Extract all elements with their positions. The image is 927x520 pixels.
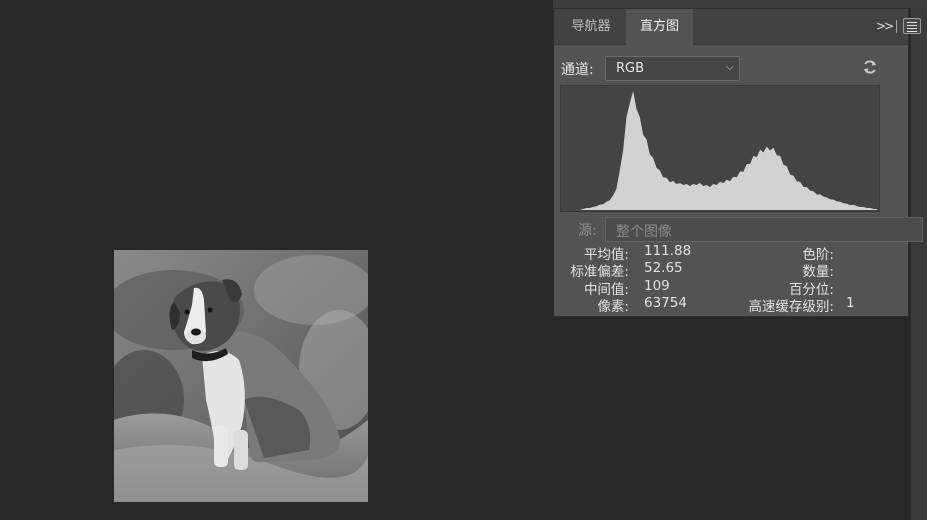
channel-label: 通道: [561, 62, 594, 78]
source-label: 源: [578, 223, 597, 239]
dog-photo [114, 250, 368, 502]
panel-menu-button[interactable] [903, 18, 921, 34]
panel-tab-bar: 导航器 直方图 >> [554, 9, 921, 45]
histogram-area [573, 91, 877, 210]
mean-value: 111.88 [644, 243, 692, 259]
right-dock-strip [910, 0, 927, 520]
histogram-graph [560, 85, 880, 212]
collapse-panels-button[interactable]: >> [876, 19, 894, 33]
histogram-panel: 导航器 直方图 >> 通道: RGB ⌵ 源: 整个图像 平均值: 111.88… [553, 8, 923, 317]
pixels-value: 63754 [644, 295, 687, 311]
chevron-down-icon: ⌵ [725, 60, 734, 73]
histogram-chart [573, 91, 877, 210]
panel-dock-header [553, 0, 927, 8]
source-value: 整个图像 [616, 224, 672, 240]
channel-value: RGB [616, 61, 645, 76]
tab-divider [896, 20, 897, 33]
std-dev-value: 52.65 [644, 260, 683, 276]
cache-level-label: 高速缓存级别: [748, 299, 834, 315]
std-dev-label: 标准偏差: [570, 264, 629, 280]
refresh-icon[interactable] [862, 59, 878, 75]
tab-navigator[interactable]: 导航器 [556, 9, 626, 44]
count-label: 数量: [802, 264, 834, 280]
median-value: 109 [644, 278, 670, 294]
cache-level-value: 1 [846, 295, 855, 311]
source-dropdown: 整个图像 [605, 217, 923, 242]
tab-histogram[interactable]: 直方图 [626, 9, 693, 45]
channel-dropdown[interactable]: RGB ⌵ [605, 56, 740, 81]
pixels-label: 像素: [597, 299, 629, 315]
canvas-image [114, 250, 368, 502]
